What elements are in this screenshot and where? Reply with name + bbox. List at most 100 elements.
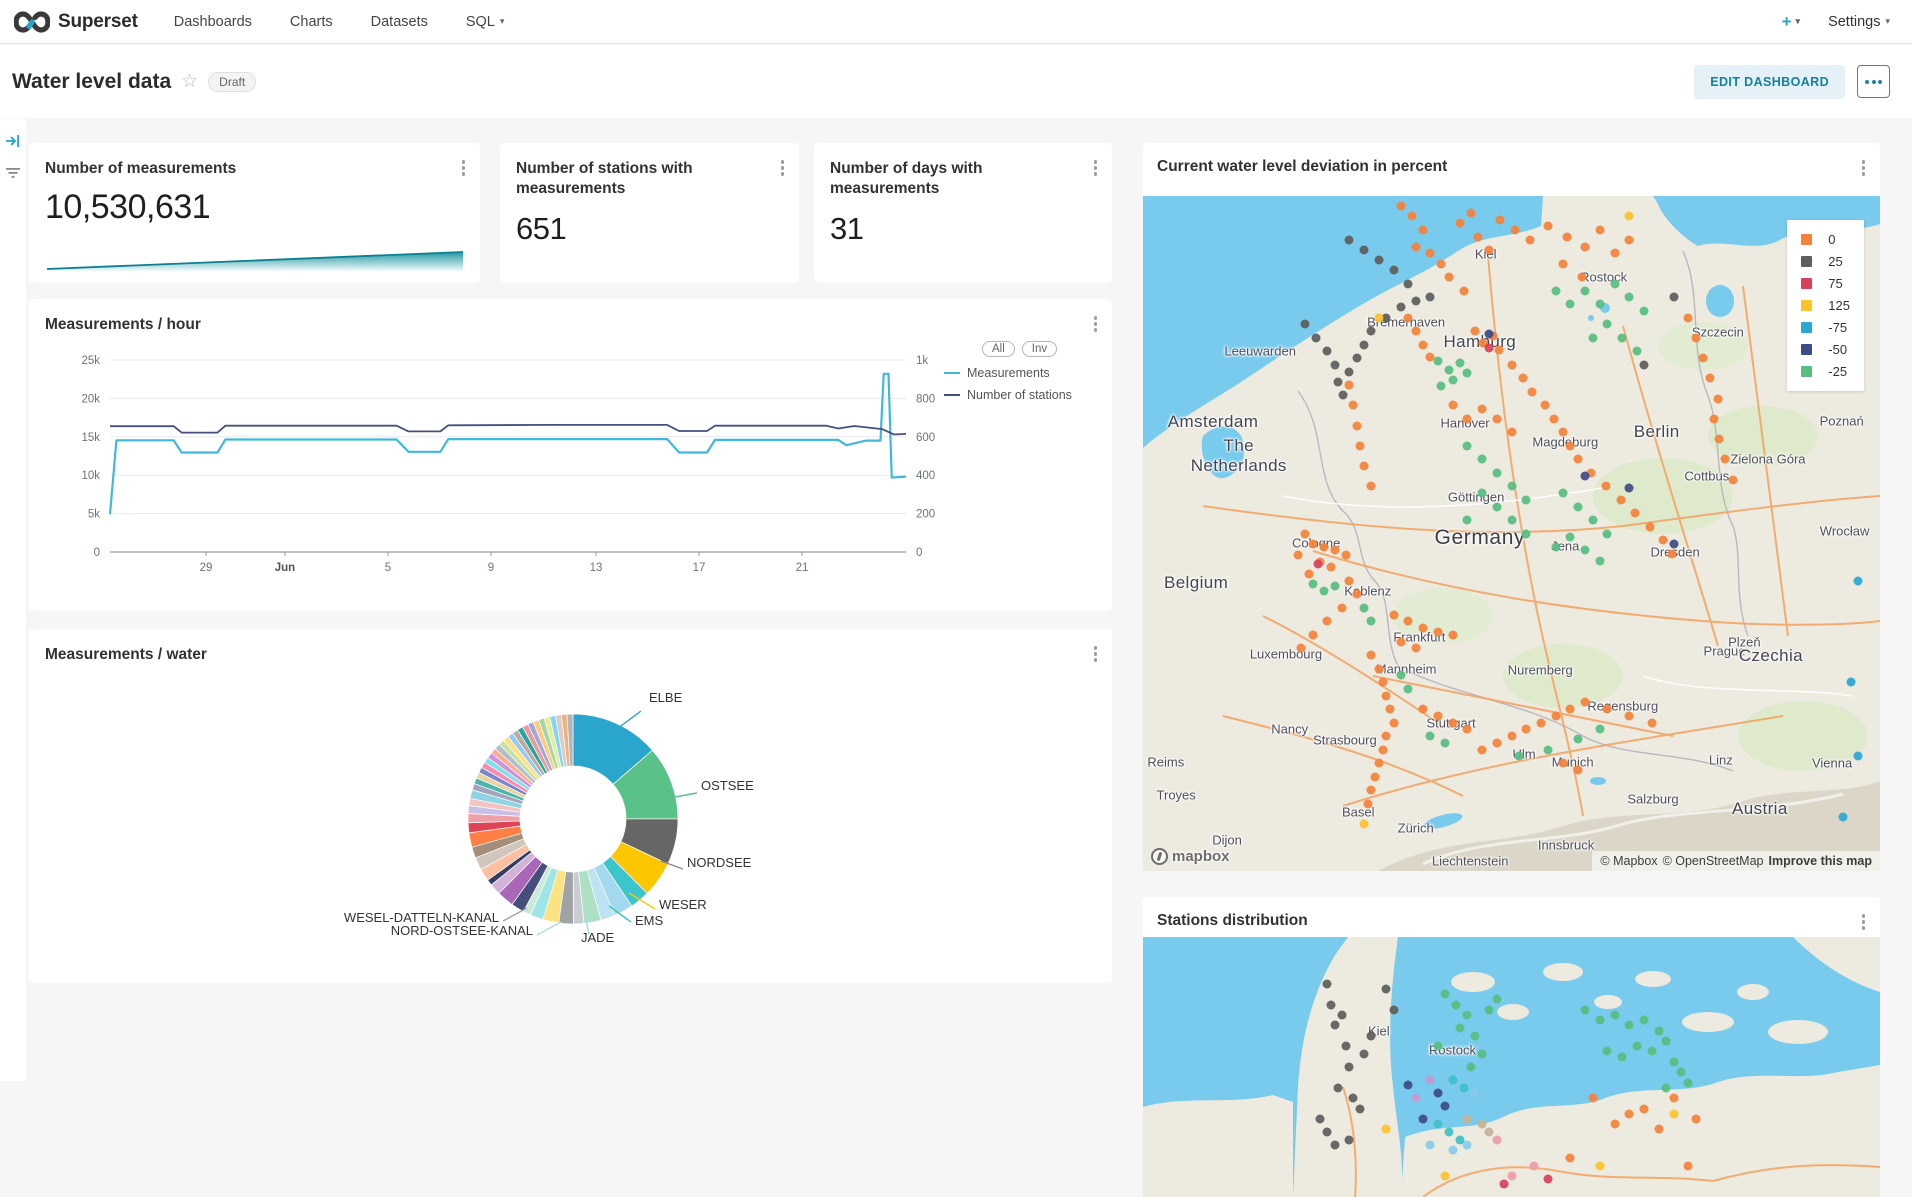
station-dot xyxy=(1640,1016,1649,1025)
station-dot xyxy=(1478,489,1487,498)
station-dot xyxy=(1566,300,1575,309)
legend-button-all[interactable]: All xyxy=(982,341,1015,357)
station-dot xyxy=(1669,539,1678,548)
station-dot xyxy=(1485,330,1494,339)
station-dot xyxy=(1610,1011,1619,1020)
mapbox-logo[interactable]: mapbox xyxy=(1151,848,1230,865)
station-dot xyxy=(1485,343,1494,352)
station-dot xyxy=(1470,327,1479,336)
nav-item-sql[interactable]: SQL▾ xyxy=(466,14,505,30)
map-city-label: Nancy xyxy=(1271,721,1308,736)
station-dot xyxy=(1646,522,1655,531)
superset-logo[interactable]: Superset xyxy=(14,10,138,34)
station-dot xyxy=(1314,559,1323,568)
station-dot xyxy=(1640,306,1649,315)
settings-menu[interactable]: Settings▾ xyxy=(1828,14,1890,30)
chart-options-menu[interactable] xyxy=(459,157,469,179)
svg-text:9: 9 xyxy=(488,562,494,574)
station-dot xyxy=(1341,551,1350,560)
station-dot xyxy=(1853,752,1862,761)
nav-item-datasets[interactable]: Datasets xyxy=(371,14,428,30)
station-dot xyxy=(1382,1125,1391,1134)
station-dot xyxy=(1389,610,1398,619)
station-dot xyxy=(1544,222,1553,231)
station-dot xyxy=(1625,1021,1634,1030)
station-dot xyxy=(1618,333,1627,342)
station-dot xyxy=(1374,313,1383,322)
expand-filters-icon[interactable] xyxy=(5,133,21,149)
station-dot xyxy=(1507,428,1516,437)
station-dot xyxy=(1463,725,1472,734)
stations-map[interactable]: KielRostock xyxy=(1143,937,1880,1197)
station-dot xyxy=(1559,759,1568,768)
chart-options-menu[interactable] xyxy=(1091,157,1101,179)
station-dot xyxy=(1603,529,1612,538)
station-dot xyxy=(1562,232,1571,241)
station-dot xyxy=(1595,725,1604,734)
station-dot xyxy=(1492,738,1501,747)
station-dot xyxy=(1511,225,1520,234)
station-dot xyxy=(1466,1063,1475,1072)
svg-text:5: 5 xyxy=(385,562,391,574)
station-dot xyxy=(1326,1000,1335,1009)
station-dot xyxy=(1566,441,1575,450)
deviation-map[interactable]: 02575125-75-50-25 mapbox © Mapbox © Open… xyxy=(1143,196,1880,871)
station-dot xyxy=(1349,401,1358,410)
station-dot xyxy=(1601,482,1610,491)
svg-text:5k: 5k xyxy=(88,509,100,521)
favorite-star-icon[interactable]: ☆ xyxy=(181,70,198,93)
station-dot xyxy=(1581,242,1590,251)
station-dot xyxy=(1308,630,1317,639)
donut-slice-label: OSTSEE xyxy=(701,778,754,793)
navbar: Superset Dashboards Charts Datasets SQL▾ +▾… xyxy=(0,0,1912,44)
station-dot xyxy=(1559,259,1568,268)
chevron-down-icon: ▾ xyxy=(1796,16,1801,27)
chart-options-menu[interactable] xyxy=(1859,911,1869,933)
station-dot xyxy=(1385,705,1394,714)
map-city-label: Troyes xyxy=(1157,788,1196,803)
station-dot xyxy=(1522,529,1531,538)
station-dot xyxy=(1640,1104,1649,1113)
legend-button-inv[interactable]: Inv xyxy=(1022,341,1057,357)
station-dot xyxy=(1367,327,1376,336)
map-legend-item: 75 xyxy=(1801,276,1850,291)
station-dot xyxy=(1367,617,1376,626)
chevron-down-icon: ▾ xyxy=(500,16,505,27)
kpi-sparkline xyxy=(45,247,465,273)
legend-entry[interactable]: Measurements xyxy=(944,366,1112,380)
map-city-label: Amsterdam xyxy=(1168,412,1259,432)
superset-infinity-icon xyxy=(14,10,50,34)
station-dot xyxy=(1404,684,1413,693)
legend-entry[interactable]: Number of stations xyxy=(944,388,1112,402)
station-dot xyxy=(1577,273,1586,282)
station-dot xyxy=(1522,495,1531,504)
improve-map-link[interactable]: Improve this map xyxy=(1769,854,1873,868)
dashboard-more-button[interactable] xyxy=(1857,65,1890,98)
station-dot xyxy=(1463,414,1472,423)
station-dot xyxy=(1323,979,1332,988)
osm-link[interactable]: © OpenStreetMap xyxy=(1663,854,1764,868)
station-dot xyxy=(1721,455,1730,464)
chart-options-menu[interactable] xyxy=(1859,157,1869,179)
nav-item-dashboards[interactable]: Dashboards xyxy=(174,14,252,30)
svg-text:21: 21 xyxy=(796,562,809,574)
filter-icon[interactable] xyxy=(5,165,21,181)
nav-item-charts[interactable]: Charts xyxy=(290,14,333,30)
mapbox-link[interactable]: © Mapbox xyxy=(1600,854,1657,868)
edit-dashboard-button[interactable]: EDIT DASHBOARD xyxy=(1694,65,1845,99)
station-dot xyxy=(1337,1011,1346,1020)
chart-title: Number of days with measurements xyxy=(830,159,1096,199)
station-dot xyxy=(1528,387,1537,396)
new-item-menu[interactable]: +▾ xyxy=(1782,12,1800,32)
station-dot xyxy=(1360,603,1369,612)
station-dot xyxy=(1374,256,1383,265)
station-dot xyxy=(1323,347,1332,356)
chart-options-menu[interactable] xyxy=(778,157,788,179)
station-dot xyxy=(1470,1031,1479,1040)
station-dot xyxy=(1339,391,1348,400)
station-dot xyxy=(1441,738,1450,747)
map-city-label: Germany xyxy=(1435,526,1526,550)
map-city-label: Austria xyxy=(1732,799,1788,819)
station-dot xyxy=(1334,1083,1343,1092)
station-dot xyxy=(1529,1161,1538,1170)
